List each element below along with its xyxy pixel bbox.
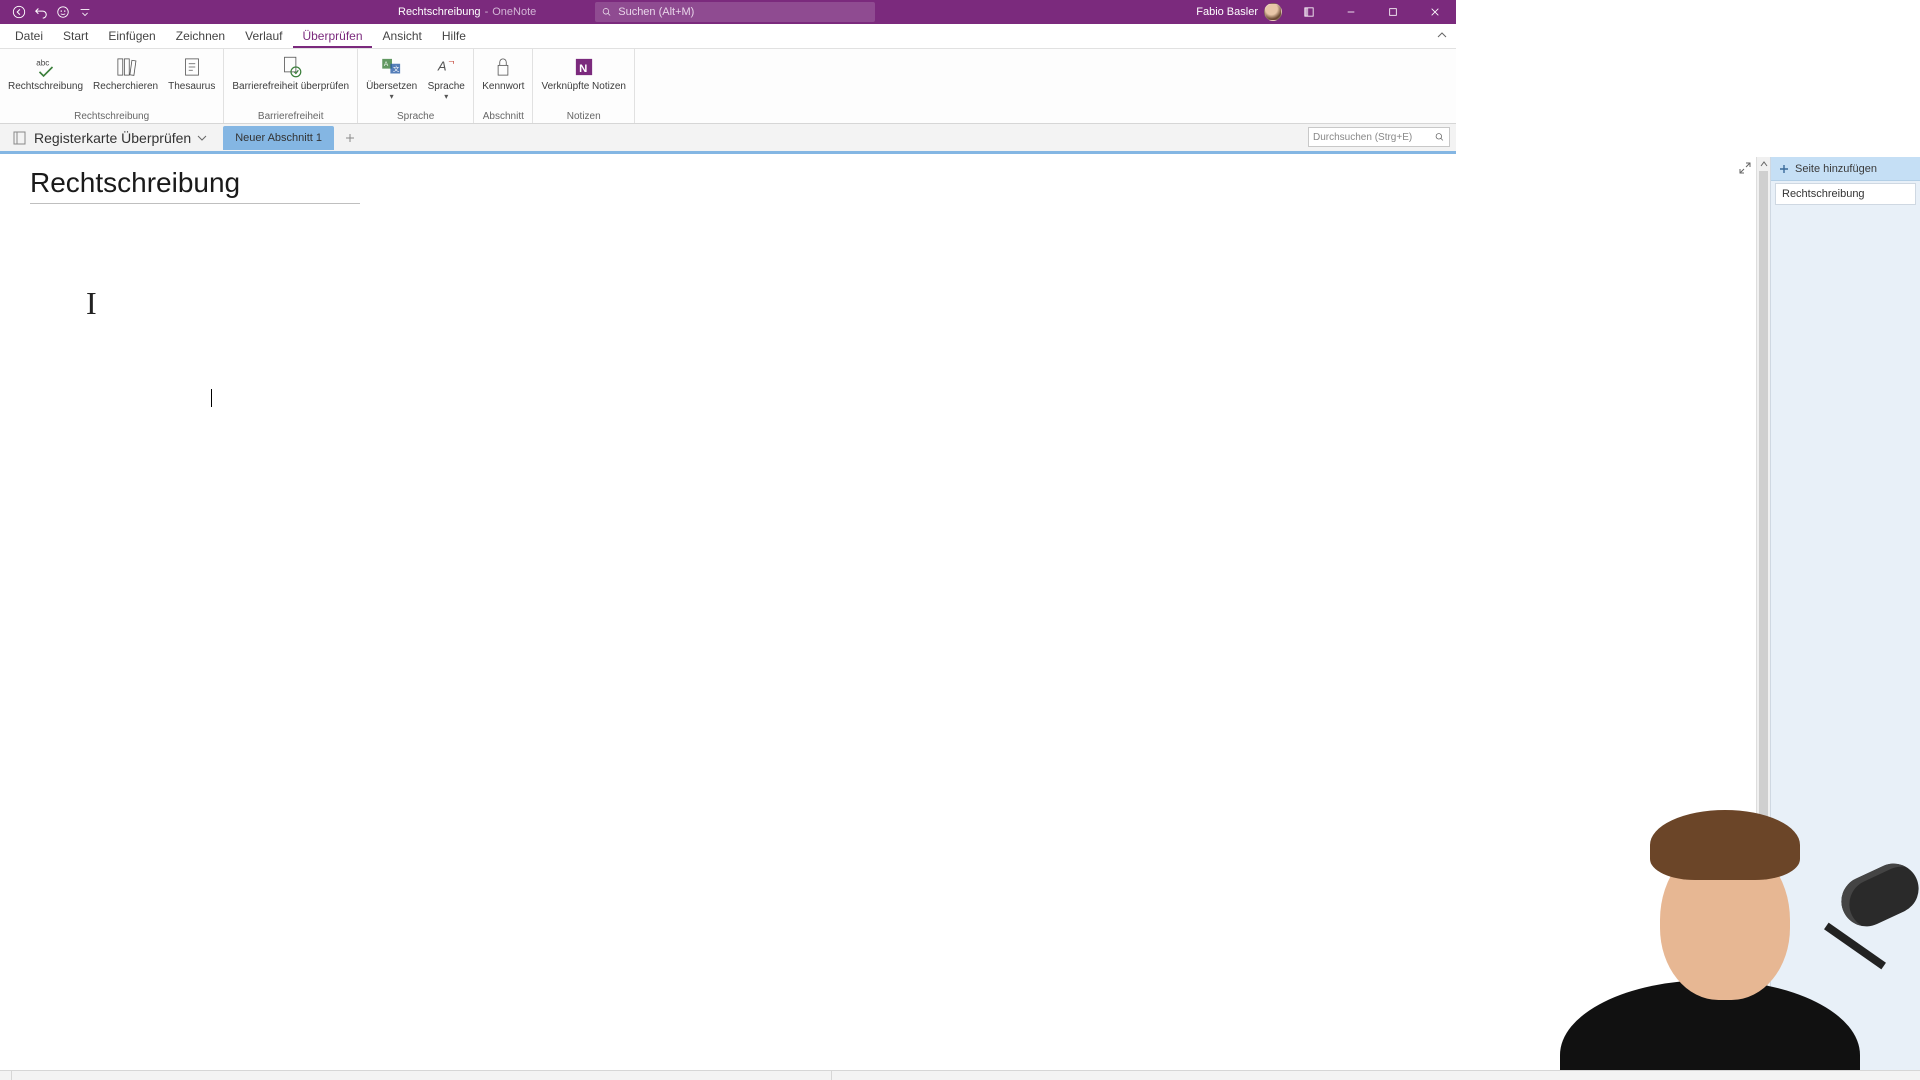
lock-icon (490, 53, 516, 81)
notebook-dropdown[interactable]: Registerkarte Überprüfen (6, 130, 213, 146)
svg-text:A: A (437, 58, 447, 73)
back-button[interactable] (8, 1, 30, 23)
svg-text:abc: abc (36, 58, 49, 67)
page-search[interactable] (1308, 127, 1450, 147)
svg-text:文: 文 (392, 64, 399, 73)
quick-access-toolbar (0, 1, 96, 23)
accessibility-check-button[interactable]: Barrierefreiheit überprüfen (228, 51, 353, 111)
text-cursor-icon: I (86, 285, 97, 322)
group-barrierefreiheit: Barrierefreiheit überprüfen Barrierefrei… (224, 49, 358, 123)
translate-button[interactable]: A文 Übersetzen ▾ (362, 51, 421, 111)
avatar (1264, 3, 1282, 21)
title-bar: Rechtschreibung - OneNote Fabio Basler (0, 0, 1456, 24)
page-title[interactable]: Rechtschreibung (30, 167, 360, 204)
notebook-icon (12, 130, 28, 146)
tab-ueberpruefen[interactable]: Überprüfen (293, 25, 371, 48)
status-bar (0, 1070, 1920, 1080)
tab-einfuegen[interactable]: Einfügen (99, 25, 164, 48)
section-bar: Registerkarte Überprüfen Neuer Abschnitt… (0, 124, 1456, 154)
tab-hilfe[interactable]: Hilfe (433, 25, 475, 48)
tab-verlauf[interactable]: Verlauf (236, 25, 291, 48)
svg-text:ᄀ: ᄀ (448, 60, 455, 69)
plus-icon (1779, 164, 1789, 174)
tell-me-search[interactable] (595, 2, 875, 22)
chevron-down-icon (197, 133, 207, 143)
translate-icon: A文 (379, 53, 405, 81)
ribbon: abc Rechtschreibung Recherchieren Thesau… (0, 49, 1456, 124)
scroll-thumb[interactable] (1759, 171, 1768, 1056)
group-abschnitt: Kennwort Abschnitt (474, 49, 533, 123)
chevron-down-icon: ▾ (444, 92, 448, 101)
maximize-button[interactable] (1378, 1, 1408, 23)
caret (211, 389, 212, 407)
tab-start[interactable]: Start (54, 25, 97, 48)
minimize-button[interactable] (1336, 1, 1366, 23)
page-list-panel: Seite hinzufügen Rechtschreibung (1770, 157, 1920, 1070)
note-canvas[interactable]: Rechtschreibung I (0, 157, 1756, 1070)
thesaurus-button[interactable]: Thesaurus (164, 51, 219, 111)
password-button[interactable]: Kennwort (478, 51, 528, 111)
research-button[interactable]: Recherchieren (89, 51, 162, 111)
document-title: Rechtschreibung (398, 6, 481, 18)
account-button[interactable]: Fabio Basler (1196, 3, 1282, 21)
tab-ansicht[interactable]: Ansicht (374, 25, 431, 48)
language-icon: Aᄀ (433, 53, 459, 81)
collapse-ribbon-button[interactable] (1436, 28, 1448, 46)
notes-pane-button[interactable] (1294, 1, 1324, 23)
svg-text:A: A (384, 61, 389, 68)
main-area: Rechtschreibung I Seite hinzufügen Recht… (0, 157, 1920, 1070)
group-rechtschreibung: abc Rechtschreibung Recherchieren Thesau… (0, 49, 224, 123)
section-tab[interactable]: Neuer Abschnitt 1 (223, 126, 334, 150)
group-sprache: A文 Übersetzen ▾ Aᄀ Sprache ▾ Sprache (358, 49, 474, 123)
group-notizen: N Verknüpfte Notizen Notizen (533, 49, 635, 123)
ribbon-tabs: Datei Start Einfügen Zeichnen Verlauf Üb… (0, 24, 1456, 49)
undo-button[interactable] (30, 1, 52, 23)
page-list-item[interactable]: Rechtschreibung (1775, 183, 1916, 205)
page-search-input[interactable] (1313, 132, 1434, 143)
tell-me-input[interactable] (618, 6, 869, 18)
svg-text:N: N (579, 63, 587, 75)
search-icon (601, 6, 612, 18)
accessibility-icon (278, 53, 304, 81)
linked-notes-button[interactable]: N Verknüpfte Notizen (537, 51, 630, 111)
expand-page-button[interactable] (1738, 161, 1752, 180)
chevron-down-icon: ▾ (390, 92, 394, 101)
app-name: OneNote (492, 6, 536, 18)
window-title: Rechtschreibung - OneNote (398, 6, 536, 18)
spelling-button[interactable]: abc Rechtschreibung (4, 51, 87, 111)
user-name: Fabio Basler (1196, 6, 1258, 18)
tab-zeichnen[interactable]: Zeichnen (167, 25, 234, 48)
books-icon (113, 53, 139, 81)
scroll-down-button[interactable] (1757, 1056, 1770, 1070)
add-page-button[interactable]: Seite hinzufügen (1771, 157, 1920, 181)
thesaurus-icon (179, 53, 205, 81)
add-section-button[interactable] (340, 128, 360, 148)
scroll-up-button[interactable] (1757, 157, 1770, 171)
touch-mode-button[interactable] (52, 1, 74, 23)
close-button[interactable] (1420, 1, 1450, 23)
abc-check-icon: abc (33, 53, 59, 81)
onenote-icon: N (571, 53, 597, 81)
search-icon (1434, 131, 1445, 143)
language-button[interactable]: Aᄀ Sprache ▾ (423, 51, 469, 111)
vertical-scrollbar[interactable] (1756, 157, 1770, 1070)
qat-dropdown[interactable] (74, 1, 96, 23)
notebook-name: Registerkarte Überprüfen (34, 130, 191, 146)
tab-datei[interactable]: Datei (6, 25, 52, 48)
